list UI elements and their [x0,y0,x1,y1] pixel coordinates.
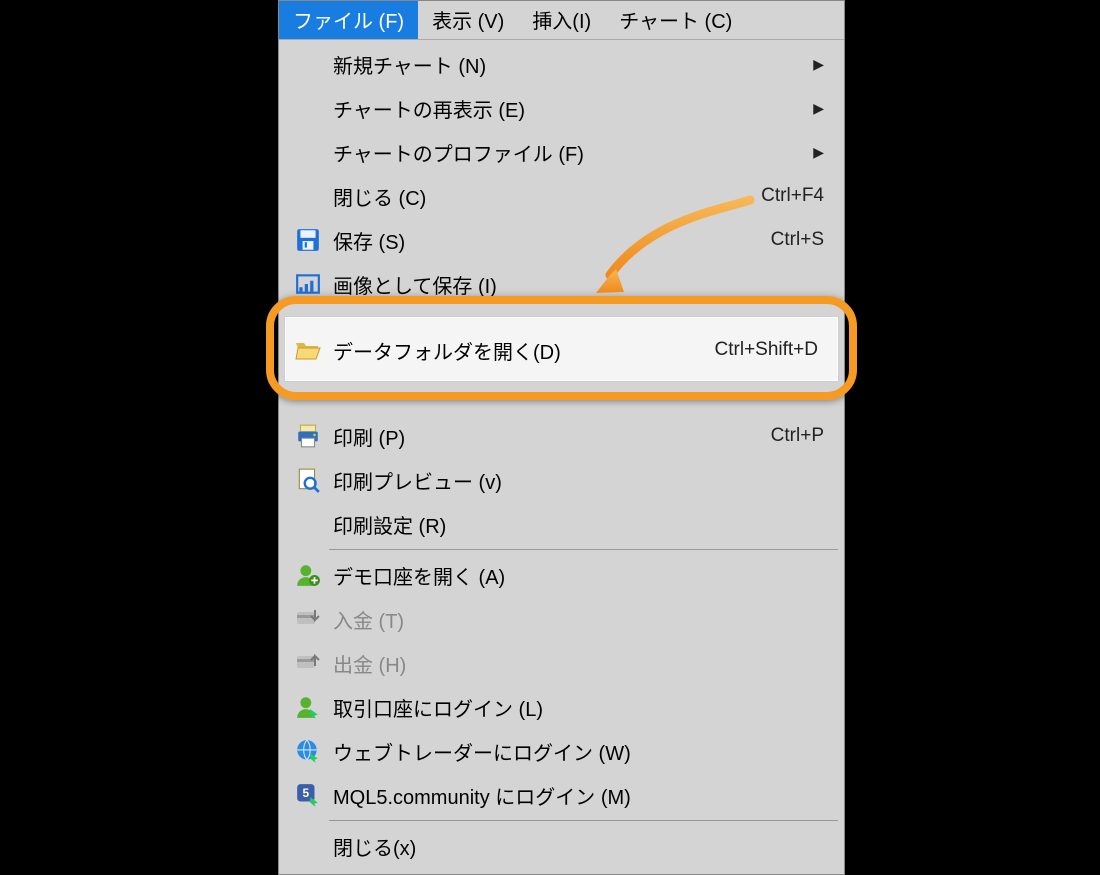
image-save-icon [287,271,329,297]
app-window: ファイル (F) 表示 (V) 挿入(I) チャート (C) 新規チャート (N… [278,0,845,875]
withdraw-icon [287,652,329,674]
menu-login-mql5[interactable]: 5 MQL5.community にログイン (M) [279,773,844,817]
menubar: ファイル (F) 表示 (V) 挿入(I) チャート (C) [279,1,844,40]
menu-accel: Ctrl+F4 [761,185,824,207]
menu-label: 印刷プレビュー (v) [329,466,824,495]
menu-print[interactable]: 印刷 (P) Ctrl+P [279,414,844,458]
menu-chart-profile[interactable]: チャートのプロファイル (F) ▶ [279,130,844,174]
file-dropdown: 新規チャート (N) ▶ チャートの再表示 (E) ▶ チャートのプロファイル … [279,40,844,874]
menu-accel: Ctrl+P [771,425,824,447]
print-preview-icon [287,467,329,493]
globe-login-icon [287,738,329,764]
svg-text:5: 5 [303,786,310,800]
menu-reshow-chart[interactable]: チャートの再表示 (E) ▶ [279,86,844,130]
menu-label: デモ口座を開く (A) [329,561,824,590]
menu-label: 画像として保存 (I) [329,270,824,299]
menu-label: ウェブトレーダーにログイン (W) [329,737,824,766]
folder-open-icon [287,338,329,362]
menu-exit[interactable]: 閉じる(x) [279,824,844,868]
menu-label: 印刷設定 (R) [329,510,824,539]
save-icon [287,227,329,253]
separator [329,549,838,550]
menu-new-chart[interactable]: 新規チャート (N) ▶ [279,42,844,86]
menu-label: データフォルダを開く(D) [329,336,703,365]
highlight-target-row: データフォルダを開く(D) Ctrl+Shift+D [284,316,839,382]
menu-label: 入金 (T) [329,605,824,634]
menu-label: 取引口座にログイン (L) [329,693,824,722]
menubar-file[interactable]: ファイル (F) [279,1,418,39]
submenu-arrow-icon: ▶ [813,144,824,161]
menu-deposit[interactable]: 入金 (T) [279,597,844,641]
menu-open-data-folder[interactable]: データフォルダを開く(D) Ctrl+Shift+D [285,317,838,383]
submenu-arrow-icon: ▶ [813,100,824,117]
menu-withdraw[interactable]: 出金 (H) [279,641,844,685]
menu-label: チャートの再表示 (E) [329,94,801,123]
menu-label: 保存 (S) [329,226,759,255]
mql5-icon: 5 [287,782,329,808]
menu-login-web[interactable]: ウェブトレーダーにログイン (W) [279,729,844,773]
menu-accel: Ctrl+Shift+D [715,339,818,361]
menu-label: チャートのプロファイル (F) [329,138,801,167]
submenu-arrow-icon: ▶ [813,56,824,73]
separator [329,820,838,821]
menubar-chart[interactable]: チャート (C) [605,1,746,39]
menu-print-settings[interactable]: 印刷設定 (R) [279,502,844,546]
deposit-icon [287,608,329,630]
menu-save-image[interactable]: 画像として保存 (I) [279,262,844,306]
menu-label: 新規チャート (N) [329,50,801,79]
menu-save[interactable]: 保存 (S) Ctrl+S [279,218,844,262]
menubar-view[interactable]: 表示 (V) [418,1,518,39]
menubar-insert[interactable]: 挿入(I) [518,1,605,39]
menu-label: MQL5.community にログイン (M) [329,781,824,810]
menu-label: 出金 (H) [329,649,824,678]
menu-label: 印刷 (P) [329,422,759,451]
printer-icon [287,423,329,449]
menu-close[interactable]: 閉じる (C) Ctrl+F4 [279,174,844,218]
user-add-icon [287,562,329,588]
menu-open-demo[interactable]: デモ口座を開く (A) [279,553,844,597]
menu-accel: Ctrl+S [771,229,824,251]
menu-label: 閉じる (C) [329,182,749,211]
user-login-icon [287,694,329,720]
menu-label: 閉じる(x) [329,832,824,861]
menu-print-preview[interactable]: 印刷プレビュー (v) [279,458,844,502]
menu-login-trade[interactable]: 取引口座にログイン (L) [279,685,844,729]
